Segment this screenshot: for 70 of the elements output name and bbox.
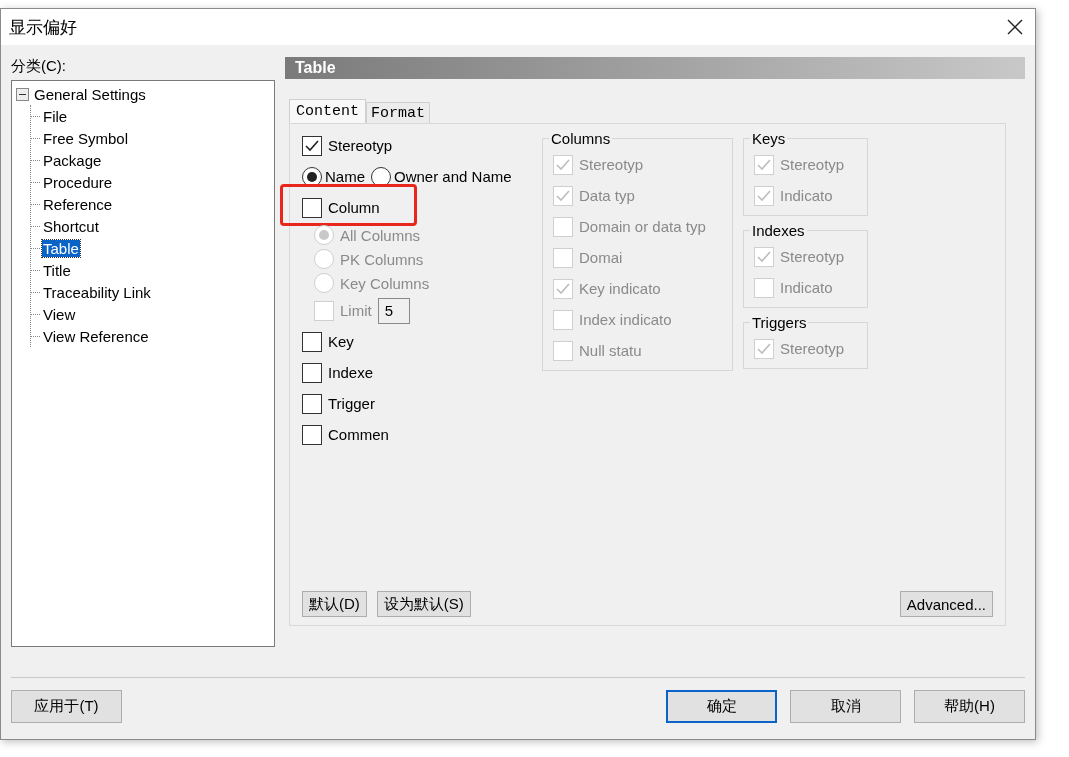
option-label: Key Columns xyxy=(340,274,430,292)
tree-item[interactable]: View Reference xyxy=(42,327,150,345)
option-label: Null statu xyxy=(579,342,642,359)
tree-item[interactable]: General Settings xyxy=(33,85,147,103)
dialog-button[interactable]: 确定 xyxy=(666,690,777,723)
panel-header: Table xyxy=(285,57,1025,79)
option-label: Key xyxy=(328,333,354,350)
checkbox[interactable] xyxy=(302,135,322,156)
option-label: Limit xyxy=(340,302,372,319)
close-icon[interactable] xyxy=(1007,19,1023,35)
option-label: Indexe xyxy=(328,364,374,381)
check-icon xyxy=(756,341,772,356)
dialog-button[interactable]: 取消 xyxy=(790,690,901,723)
option-label: Trigger xyxy=(328,395,375,412)
check-icon xyxy=(555,157,571,172)
checkbox[interactable] xyxy=(302,362,322,383)
tree-item[interactable]: Traceability Link xyxy=(42,283,152,301)
tree-item[interactable]: File xyxy=(42,107,69,125)
tree-item[interactable]: Reference xyxy=(42,195,114,213)
advanced-button[interactable]: Advanced... xyxy=(899,591,993,617)
apply-button[interactable]: 应用于(T) xyxy=(11,690,122,723)
option-label: Key indicato xyxy=(579,280,661,297)
option-label: Commen xyxy=(328,426,389,443)
panel-button[interactable]: 设为默认(S) xyxy=(376,591,471,617)
tree-item[interactable]: Procedure xyxy=(42,173,114,191)
option-label: PK Columns xyxy=(340,250,424,268)
option-label: Index indicato xyxy=(579,311,672,328)
window-title: 显示偏好 xyxy=(9,16,77,39)
radio-button[interactable] xyxy=(302,166,322,187)
check-icon xyxy=(756,249,772,264)
tree-item[interactable]: View xyxy=(42,305,77,323)
panel-button[interactable]: 默认(D) xyxy=(302,591,367,617)
option-label: Domain or data typ xyxy=(579,218,706,235)
checkbox[interactable] xyxy=(302,331,322,352)
group-title: Triggers xyxy=(751,314,808,331)
option-label: Column xyxy=(328,199,380,216)
checkbox[interactable] xyxy=(302,197,322,218)
check-icon xyxy=(555,188,571,203)
option-label: Indicato xyxy=(780,187,833,204)
option-label: Stereotyp xyxy=(780,340,845,357)
check-icon xyxy=(756,157,772,172)
option-label: Indicato xyxy=(780,279,833,296)
option-label: Stereotyp xyxy=(328,137,393,154)
option-label: Stereotyp xyxy=(579,156,644,173)
tree-item[interactable]: Table xyxy=(42,239,80,257)
option-label: Data typ xyxy=(579,187,635,204)
group-title: Keys xyxy=(751,130,787,147)
group-title: Indexes xyxy=(751,222,806,239)
dialog-button[interactable]: 帮助(H) xyxy=(914,690,1025,723)
group-title: Columns xyxy=(550,130,612,147)
radio-button[interactable] xyxy=(371,166,391,187)
option-label: Stereotyp xyxy=(780,156,845,173)
checkbox[interactable] xyxy=(302,424,322,445)
option-label: All Columns xyxy=(340,226,421,244)
check-icon xyxy=(756,188,772,203)
tree-item[interactable]: Package xyxy=(42,151,103,169)
option-label: Domai xyxy=(579,249,623,266)
check-icon xyxy=(555,281,571,296)
option-label: Owner and Name xyxy=(394,168,512,185)
collapse-icon[interactable] xyxy=(16,87,29,101)
checkbox[interactable] xyxy=(302,393,322,414)
tree-item[interactable]: Free Symbol xyxy=(42,129,130,147)
category-label: 分类(C): xyxy=(11,57,67,76)
option-label: Name xyxy=(325,168,365,185)
option-label: Stereotyp xyxy=(780,248,845,265)
tree-item[interactable]: Title xyxy=(42,261,72,279)
check-icon xyxy=(304,138,320,153)
tree-item[interactable]: Shortcut xyxy=(42,217,100,235)
tab[interactable]: Content xyxy=(289,99,366,123)
tab[interactable]: Format xyxy=(366,102,431,123)
